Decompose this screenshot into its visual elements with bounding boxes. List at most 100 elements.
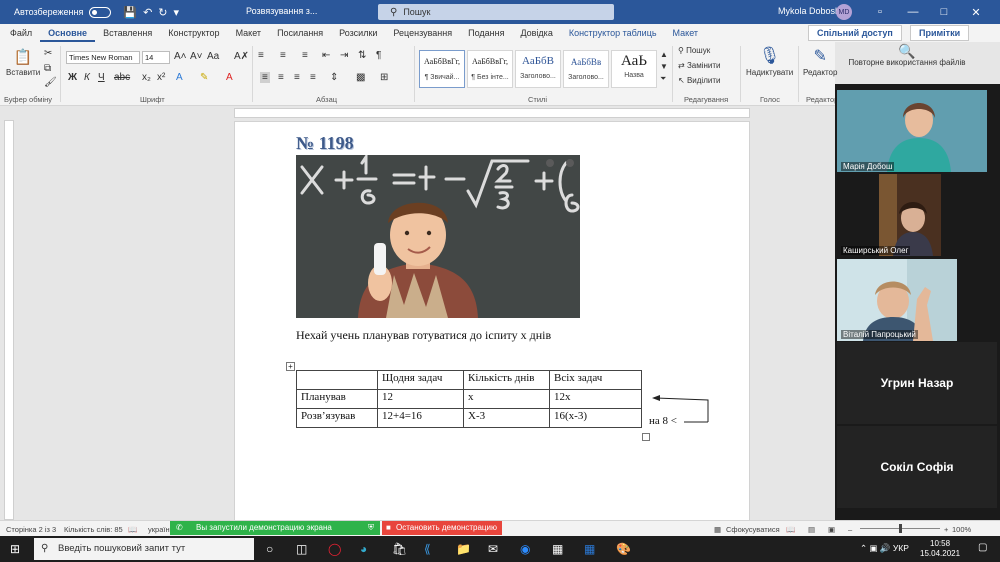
line-spacing-icon[interactable]: ⇕ [330, 72, 338, 83]
tab-insert[interactable]: Вставлення [95, 24, 160, 42]
store-icon[interactable]: 🛍 [392, 542, 407, 556]
vscode-icon[interactable]: ⟪ [424, 542, 431, 556]
change-case-icon[interactable]: Aa [207, 51, 219, 62]
style-no-spacing[interactable]: АаБбВвГг, ¶ Без інте... [467, 50, 513, 88]
tab-references[interactable]: Посилання [269, 24, 331, 42]
justify-icon[interactable]: ≡ [310, 72, 316, 83]
user-name[interactable]: Mykola Dobosh [778, 6, 840, 16]
participant-tile-1[interactable]: Угрин Назар [837, 342, 997, 424]
multilevel-list-icon[interactable]: ≡ [302, 50, 308, 61]
clock[interactable]: 10:58 15.04.2021 [920, 539, 960, 559]
shrink-font-icon[interactable]: A˅ [190, 51, 203, 62]
page-count[interactable]: Сторінка 2 із 3 [6, 525, 56, 534]
focus-icon[interactable]: ▦ [714, 525, 721, 534]
table-cell[interactable]: 16(x-3) [549, 408, 642, 428]
table-cell[interactable]: Планував [296, 389, 378, 409]
title-search-box[interactable]: ⚲ Пошук [378, 4, 614, 20]
tab-view[interactable]: Подання [460, 24, 512, 42]
zoom-app-icon[interactable]: ◉ [520, 542, 530, 556]
find-button[interactable]: ⚲ Пошук [678, 46, 710, 55]
participant-video-2[interactable] [879, 174, 941, 256]
highlight-icon[interactable]: ✎ [200, 72, 208, 83]
notifications-icon[interactable]: ▢ [978, 542, 987, 553]
table-cell[interactable]: Щодня задач [377, 370, 464, 390]
format-painter-icon[interactable]: 🖌 [44, 77, 57, 88]
proofing-icon[interactable]: 📖 [128, 525, 137, 534]
print-layout-icon[interactable]: ▤ [808, 525, 815, 534]
system-tray[interactable]: ⌃ ▣ 🔊 УКР [860, 543, 909, 554]
customize-qat-icon[interactable]: ▾ [174, 7, 186, 19]
grow-font-icon[interactable]: A˄ [174, 51, 187, 62]
numbering-icon[interactable]: ≡ [280, 50, 286, 61]
align-right-icon[interactable]: ≡ [294, 72, 300, 83]
participant-video-3[interactable] [837, 259, 957, 341]
increase-indent-icon[interactable]: ⇥ [340, 50, 348, 61]
participant-video-1[interactable] [837, 90, 987, 172]
tab-home[interactable]: Основне [40, 24, 96, 42]
select-button[interactable]: ↖ Виділити [678, 76, 720, 85]
table-cell[interactable]: x [463, 389, 550, 409]
word-icon[interactable]: ▦ [584, 542, 595, 556]
undo-icon[interactable]: ↶ [143, 7, 158, 19]
style-normal[interactable]: АаБбВвГг, ¶ Звичай... [419, 50, 465, 88]
boy-at-chalkboard-image[interactable] [296, 155, 580, 318]
paste-button[interactable]: 📋 Вставити [6, 48, 40, 77]
tab-layout[interactable]: Макет [228, 24, 269, 42]
document-title[interactable]: Розвязування з... [246, 6, 317, 16]
opera-icon[interactable]: ◯ [328, 542, 341, 556]
tab-mailings[interactable]: Розсилки [331, 24, 385, 42]
table-cell[interactable]: Всіх задач [549, 370, 642, 390]
text-effects-icon[interactable]: A [176, 72, 183, 83]
borders-icon[interactable]: ⊞ [380, 72, 388, 83]
superscript-icon[interactable]: x² [157, 72, 165, 83]
decrease-indent-icon[interactable]: ⇤ [322, 50, 330, 61]
align-center-icon[interactable]: ≡ [278, 72, 284, 83]
show-marks-icon[interactable]: ¶ [376, 50, 381, 61]
style-title[interactable]: АаЬ Назва [611, 50, 657, 88]
network-icon[interactable]: ▣ [870, 543, 878, 553]
styles-scroll-down-icon[interactable]: ▼ [660, 62, 668, 71]
tab-table-design[interactable]: Конструктор таблиць [561, 24, 665, 42]
paint-icon[interactable]: 🎨 [616, 542, 631, 556]
word-count[interactable]: Кількість слів: 85 [64, 525, 123, 534]
align-left-icon[interactable]: ≡ [260, 72, 270, 83]
underline-icon[interactable]: Ч [98, 72, 105, 83]
tab-review[interactable]: Рецензування [385, 24, 460, 42]
shading-icon[interactable]: ▩ [356, 72, 365, 83]
task-view-icon[interactable]: ◫ [296, 542, 307, 556]
language-label[interactable]: україн [148, 525, 170, 534]
table-cell[interactable]: Кількість днів [463, 370, 550, 390]
close-icon[interactable]: ✕ [966, 3, 986, 21]
zoom-out-icon[interactable]: – [848, 525, 852, 534]
tab-help[interactable]: Довідка [512, 24, 560, 42]
cortana-icon[interactable]: ○ [266, 542, 273, 556]
taskbar-search-box[interactable]: ⚲ Введіть пошуковий запит тут [34, 538, 254, 560]
table-cell[interactable] [296, 370, 378, 390]
chevron-up-icon[interactable]: ⌃ [860, 543, 867, 553]
save-icon[interactable]: 💾 [123, 7, 143, 19]
editor-button[interactable]: ✎ Редактор [803, 46, 837, 77]
stop-share-button[interactable]: ■ Остановить демонстрацию [382, 521, 502, 535]
zoom-slider-thumb[interactable] [899, 524, 902, 533]
share-button[interactable]: Спільний доступ [808, 25, 902, 41]
strikethrough-icon[interactable]: abc [114, 72, 130, 83]
table-move-handle-icon[interactable]: + [286, 362, 295, 371]
windows-start-icon[interactable]: ⊞ [10, 542, 20, 556]
clear-format-icon[interactable]: A✗ [234, 51, 249, 62]
replace-button[interactable]: ⇄ Замінити [678, 61, 721, 70]
table-cell[interactable]: 12 [377, 389, 464, 409]
focus-label[interactable]: Сфокусуватися [726, 525, 780, 534]
language-indicator[interactable]: УКР [893, 543, 909, 553]
font-color-icon[interactable]: A [226, 72, 233, 83]
ribbon-display-icon[interactable]: ▫ [870, 3, 890, 21]
table-cell[interactable]: 12+4=16 [377, 408, 464, 428]
styles-scroll-up-icon[interactable]: ▲ [660, 50, 668, 59]
font-size-select[interactable]: 14 [142, 51, 170, 64]
table-resize-handle-icon[interactable] [642, 433, 650, 441]
redo-icon[interactable]: ↻ [158, 7, 173, 19]
web-layout-icon[interactable]: ▣ [828, 525, 835, 534]
subscript-icon[interactable]: x₂ [142, 72, 151, 83]
horizontal-ruler[interactable] [234, 108, 750, 118]
file-explorer-icon[interactable]: 📁 [456, 542, 471, 556]
cut-icon[interactable]: ✂ [44, 48, 52, 59]
